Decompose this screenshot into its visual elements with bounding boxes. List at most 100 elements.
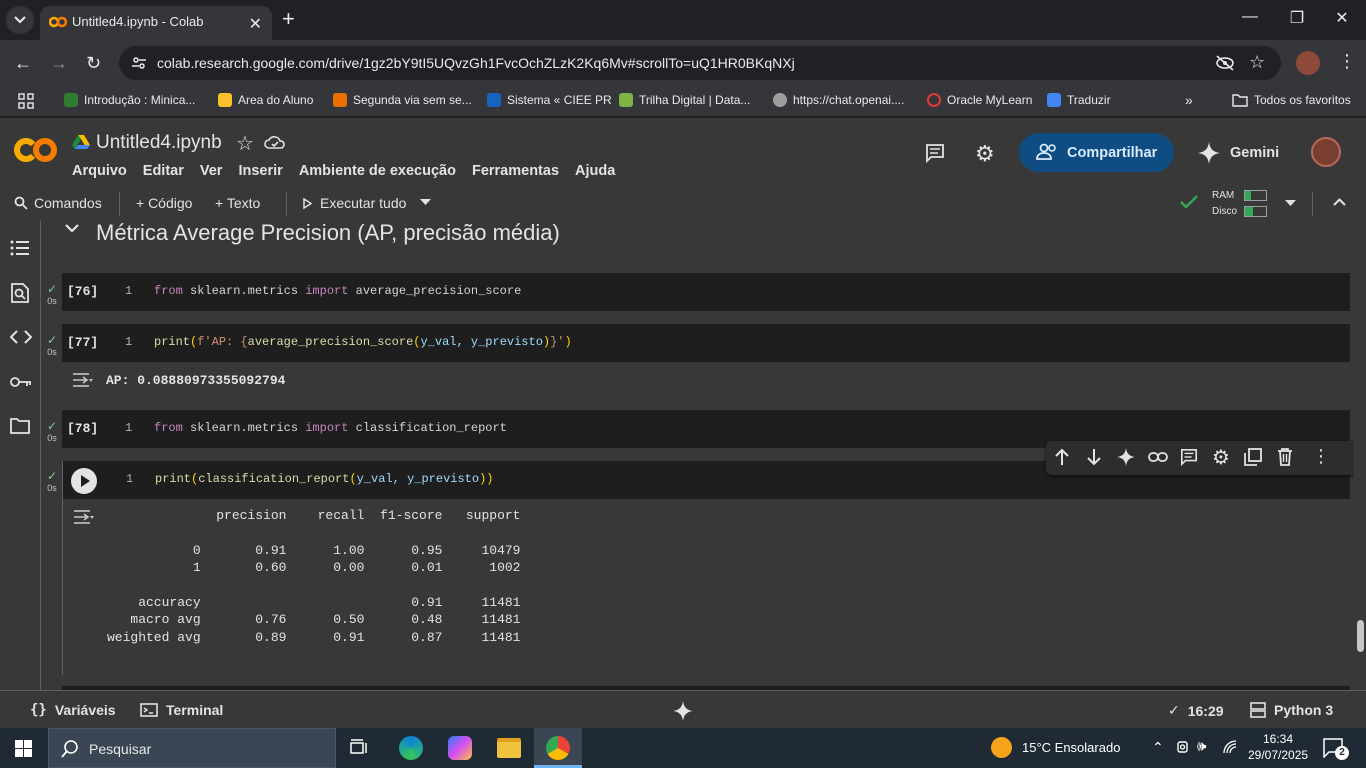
new-tab-button[interactable]: + <box>282 8 295 30</box>
menu-arquivo[interactable]: Arquivo <box>72 163 127 179</box>
code-cell[interactable]: [77] 1 print(f'AP: {average_precision_sc… <box>62 324 1350 362</box>
sun-weather-icon[interactable] <box>991 737 1012 758</box>
notebook-title[interactable]: Untitled4.ipynb <box>96 132 222 154</box>
chrome-taskbar-button[interactable] <box>534 728 582 768</box>
delete-cell-icon[interactable] <box>1277 448 1293 466</box>
bookmark-item[interactable]: Segunda via sem se... <box>333 93 472 107</box>
back-icon[interactable]: ← <box>14 53 32 74</box>
colab-logo-icon[interactable] <box>14 135 58 165</box>
apps-grid-icon[interactable] <box>18 93 34 109</box>
table-of-contents-icon[interactable] <box>10 240 30 256</box>
wifi-icon[interactable] <box>1222 739 1238 755</box>
run-all-dropdown-icon[interactable] <box>420 199 431 206</box>
commands-button[interactable]: Comandos <box>14 195 102 211</box>
copilot-icon[interactable] <box>448 736 472 760</box>
move-cell-down-icon[interactable] <box>1086 448 1102 466</box>
menu-ferramentas[interactable]: Ferramentas <box>472 163 559 179</box>
user-avatar[interactable] <box>1311 137 1341 167</box>
menu-editar[interactable]: Editar <box>143 163 184 179</box>
eye-off-icon[interactable] <box>1215 54 1235 72</box>
run-all-button[interactable]: Executar tudo <box>303 195 406 211</box>
restore-button[interactable]: ❐ <box>1285 8 1309 28</box>
add-text-button[interactable]: + Texto <box>215 195 260 211</box>
forward-icon[interactable]: → <box>50 53 68 74</box>
notebook-scrollbar[interactable] <box>1354 220 1366 690</box>
bookmark-item[interactable]: Oracle MyLearn <box>927 93 1032 107</box>
cell-output: precision recall f1-score support 0 0.91… <box>62 499 1350 675</box>
section-collapse-icon[interactable] <box>65 224 79 233</box>
bookmark-item[interactable]: https://chat.openai.... <box>773 93 904 107</box>
profile-avatar[interactable] <box>1296 51 1320 75</box>
bookmark-item[interactable]: Trilha Digital | Data... <box>619 93 750 107</box>
section-heading[interactable]: Métrica Average Precision (AP, precisão … <box>96 220 560 246</box>
find-replace-icon[interactable] <box>10 283 30 303</box>
bookmark-item[interactable]: Traduzir <box>1047 93 1111 107</box>
volume-icon[interactable]: 🕪 <box>1197 738 1206 755</box>
scroll-thumb[interactable] <box>1357 620 1364 652</box>
comments-icon[interactable] <box>925 143 945 163</box>
reload-icon[interactable]: ↻ <box>86 53 101 74</box>
bookmark-item[interactable]: Sistema « CIEE PR <box>487 93 612 107</box>
settings-gear-icon[interactable]: ⚙ <box>975 141 995 167</box>
address-bar[interactable]: colab.research.google.com/drive/1gz2bY9t… <box>119 46 1281 80</box>
drive-icon[interactable] <box>72 134 90 150</box>
menu-ver[interactable]: Ver <box>200 163 223 179</box>
link-icon[interactable] <box>1148 451 1168 463</box>
browser-tab-active[interactable]: Untitled4.ipynb - Colab ✕ <box>40 6 272 40</box>
edge-browser-icon[interactable] <box>399 736 423 760</box>
bookmark-favicon-icon <box>218 93 232 107</box>
mirror-cell-icon[interactable] <box>1244 448 1262 466</box>
gemini-button[interactable]: Gemini <box>1198 142 1279 164</box>
menu-inserir[interactable]: Inserir <box>238 163 282 179</box>
add-code-button[interactable]: + Código <box>136 195 192 211</box>
code-cell[interactable]: [76] 1 from sklearn.metrics import avera… <box>62 273 1350 311</box>
weather-text[interactable]: 15°C Ensolarado <box>1022 740 1120 755</box>
windows-start-icon[interactable] <box>15 740 32 757</box>
share-button[interactable]: Compartilhar <box>1019 133 1174 172</box>
more-actions-icon[interactable]: ⋮ <box>1312 446 1330 467</box>
gemini-sparkle-icon[interactable] <box>673 701 693 721</box>
task-view-icon[interactable] <box>350 739 370 757</box>
browser-menu-icon[interactable]: ⋮ <box>1338 51 1356 72</box>
tab-search-button[interactable] <box>6 6 34 34</box>
minimize-button[interactable]: — <box>1238 8 1262 26</box>
variables-button[interactable]: {} Variáveis <box>30 702 116 718</box>
move-cell-up-icon[interactable] <box>1054 448 1070 466</box>
show-hidden-icons[interactable]: ⌃ <box>1152 739 1164 756</box>
output-actions-icon[interactable] <box>73 509 95 525</box>
close-window-button[interactable]: ✕ <box>1330 8 1354 28</box>
taskbar-search-box[interactable]: Pesquisar <box>48 728 336 768</box>
runtime-type[interactable]: Python 3 <box>1250 702 1333 718</box>
gemini-sparkle-icon[interactable] <box>1117 448 1135 466</box>
resources-indicator[interactable]: RAM Disco <box>1212 188 1237 220</box>
bookmark-item[interactable]: Area do Aluno <box>218 93 313 107</box>
terminal-button[interactable]: Terminal <box>140 702 223 718</box>
collapse-header-icon[interactable] <box>1333 198 1346 206</box>
notebook-area: Métrica Average Precision (AP, precisão … <box>41 220 1354 690</box>
cell-settings-gear-icon[interactable]: ⚙ <box>1212 445 1230 470</box>
files-folder-icon[interactable] <box>10 418 30 434</box>
run-cell-button[interactable] <box>71 468 97 494</box>
secrets-key-icon[interactable] <box>10 376 32 388</box>
notification-count-badge: 2 <box>1335 746 1349 760</box>
more-bookmarks-icon[interactable]: » <box>1185 92 1193 108</box>
code-snippets-icon[interactable] <box>10 330 32 344</box>
bookmark-star-icon[interactable]: ☆ <box>1249 52 1265 73</box>
all-bookmarks[interactable]: Todos os favoritos <box>1232 93 1351 107</box>
comment-icon[interactable] <box>1180 448 1198 466</box>
search-icon <box>14 196 28 210</box>
file-explorer-icon[interactable] <box>497 738 521 758</box>
cloud-saved-icon[interactable] <box>264 134 286 150</box>
runtime-dropdown-icon[interactable] <box>1285 200 1296 207</box>
bookmark-item[interactable]: Introdução : Minica... <box>64 93 195 107</box>
tab-close-icon[interactable]: ✕ <box>249 14 262 34</box>
taskbar-clock[interactable]: 16:34 29/07/2025 <box>1248 731 1308 763</box>
menu-ajuda[interactable]: Ajuda <box>575 163 615 179</box>
site-info-icon[interactable] <box>131 55 147 71</box>
star-icon[interactable]: ☆ <box>236 131 254 156</box>
meet-now-icon[interactable] <box>1175 739 1191 755</box>
output-actions-icon[interactable] <box>72 372 94 388</box>
cell-exec-status: ✓ 0s <box>46 333 58 357</box>
last-run-time[interactable]: ✓ 16:29 <box>1168 702 1224 719</box>
menu-ambiente[interactable]: Ambiente de execução <box>299 163 456 179</box>
